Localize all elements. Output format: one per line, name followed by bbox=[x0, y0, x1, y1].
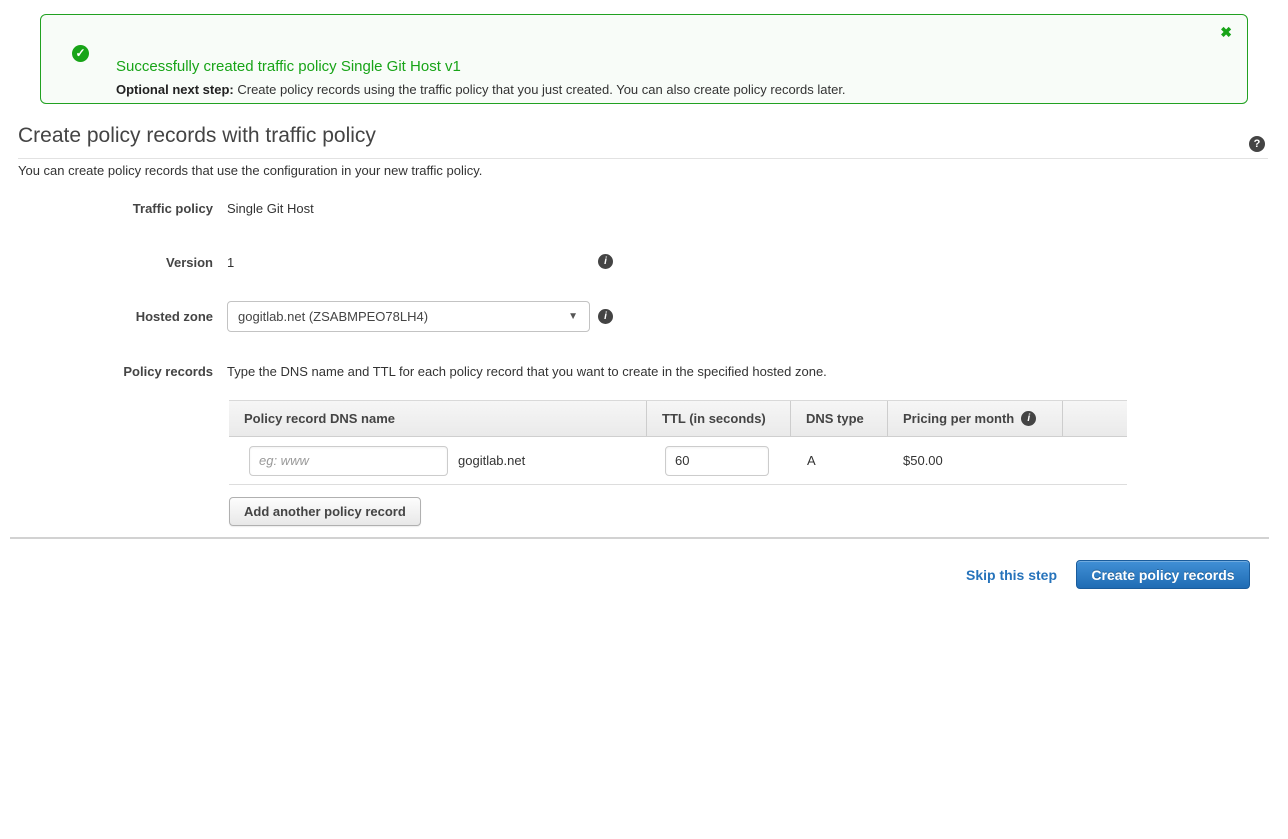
hosted-zone-selected-value: gogitlab.net (ZSABMPEO78LH4) bbox=[238, 309, 428, 324]
hosted-zone-label: Hosted zone bbox=[18, 309, 213, 324]
banner-close-icon[interactable]: ✖ bbox=[1220, 25, 1232, 39]
add-policy-record-button[interactable]: Add another policy record bbox=[229, 497, 421, 526]
create-policy-records-button[interactable]: Create policy records bbox=[1076, 560, 1250, 589]
page-title: Create policy records with traffic polic… bbox=[18, 124, 1268, 159]
page-description: You can create policy records that use t… bbox=[18, 163, 482, 178]
header-ttl: TTL (in seconds) bbox=[646, 401, 790, 436]
banner-title: Successfully created traffic policy Sing… bbox=[116, 58, 846, 75]
table-header-row: Policy record DNS name TTL (in seconds) … bbox=[229, 400, 1127, 437]
help-icon[interactable]: ? bbox=[1249, 136, 1265, 152]
header-actions bbox=[1062, 401, 1127, 436]
success-banner: ✓ Successfully created traffic policy Si… bbox=[40, 14, 1248, 104]
table-row: gogitlab.net A $50.00 bbox=[229, 437, 1127, 485]
ttl-input[interactable] bbox=[665, 446, 769, 476]
header-dns-type: DNS type bbox=[790, 401, 887, 436]
policy-records-label: Policy records bbox=[18, 364, 213, 379]
page-header: Create policy records with traffic polic… bbox=[18, 124, 1268, 159]
traffic-policy-label: Traffic policy bbox=[18, 201, 213, 216]
hosted-zone-select[interactable]: gogitlab.net (ZSABMPEO78LH4) ▼ bbox=[227, 301, 590, 332]
header-pricing: Pricing per month i bbox=[887, 401, 1062, 436]
pricing-info-icon[interactable]: i bbox=[1021, 411, 1036, 426]
policy-records-table: Policy record DNS name TTL (in seconds) … bbox=[229, 400, 1127, 485]
header-dns-name: Policy record DNS name bbox=[229, 401, 646, 436]
version-label: Version bbox=[18, 255, 213, 270]
success-check-icon: ✓ bbox=[72, 45, 89, 62]
domain-suffix: gogitlab.net bbox=[458, 453, 525, 468]
pricing-value: $50.00 bbox=[887, 453, 943, 468]
footer-divider bbox=[10, 537, 1269, 539]
dns-type-value: A bbox=[790, 453, 816, 468]
banner-subtext-body: Create policy records using the traffic … bbox=[234, 82, 846, 97]
hosted-zone-info-icon[interactable]: i bbox=[598, 309, 613, 324]
traffic-policy-value: Single Git Host bbox=[227, 201, 314, 216]
version-info-icon[interactable]: i bbox=[598, 254, 613, 269]
policy-records-description: Type the DNS name and TTL for each polic… bbox=[227, 364, 827, 379]
dns-name-input[interactable] bbox=[249, 446, 448, 476]
chevron-down-icon: ▼ bbox=[568, 302, 578, 331]
banner-subtext-label: Optional next step: bbox=[116, 82, 234, 97]
skip-step-link[interactable]: Skip this step bbox=[966, 567, 1057, 583]
banner-subtext: Optional next step: Create policy record… bbox=[116, 82, 846, 97]
version-value: 1 bbox=[227, 255, 234, 270]
